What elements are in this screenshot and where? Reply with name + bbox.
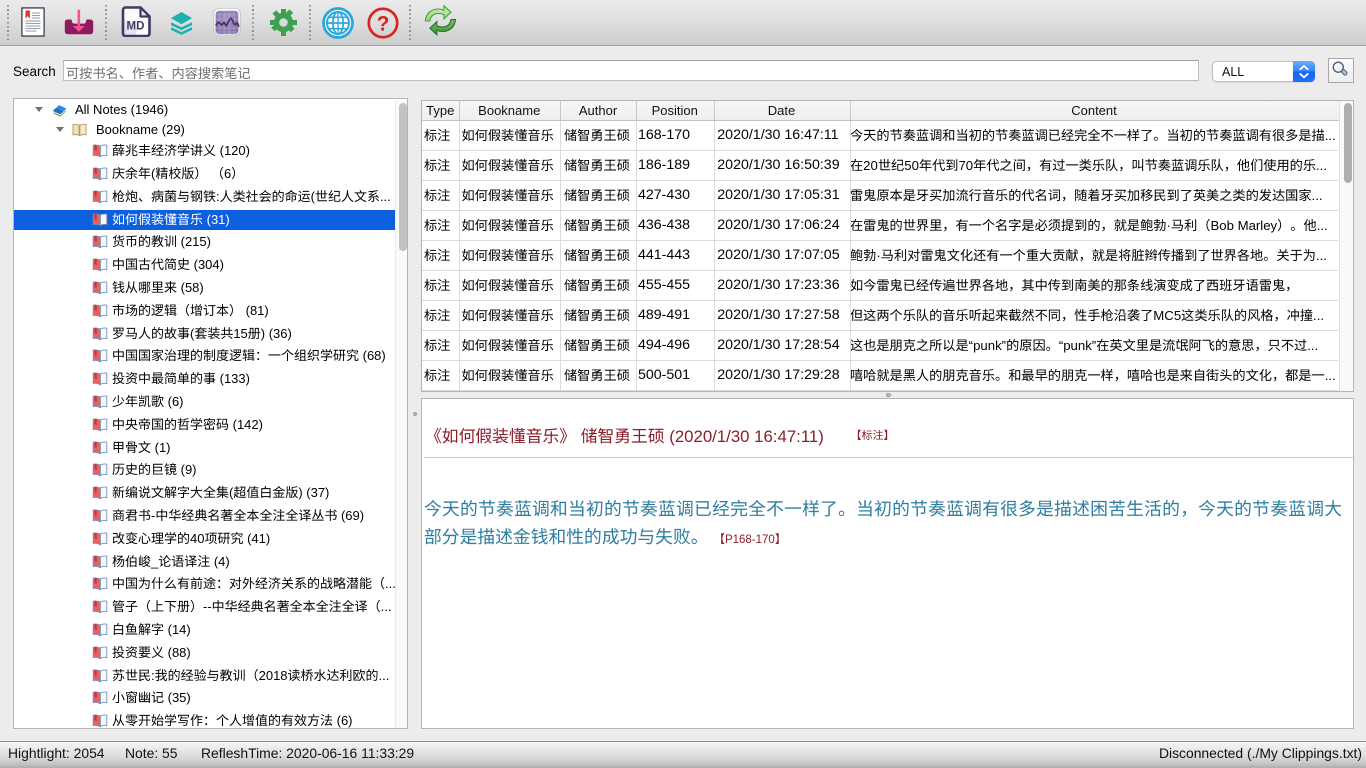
svg-text:MD: MD — [127, 21, 145, 33]
svg-text:?: ? — [377, 13, 390, 36]
